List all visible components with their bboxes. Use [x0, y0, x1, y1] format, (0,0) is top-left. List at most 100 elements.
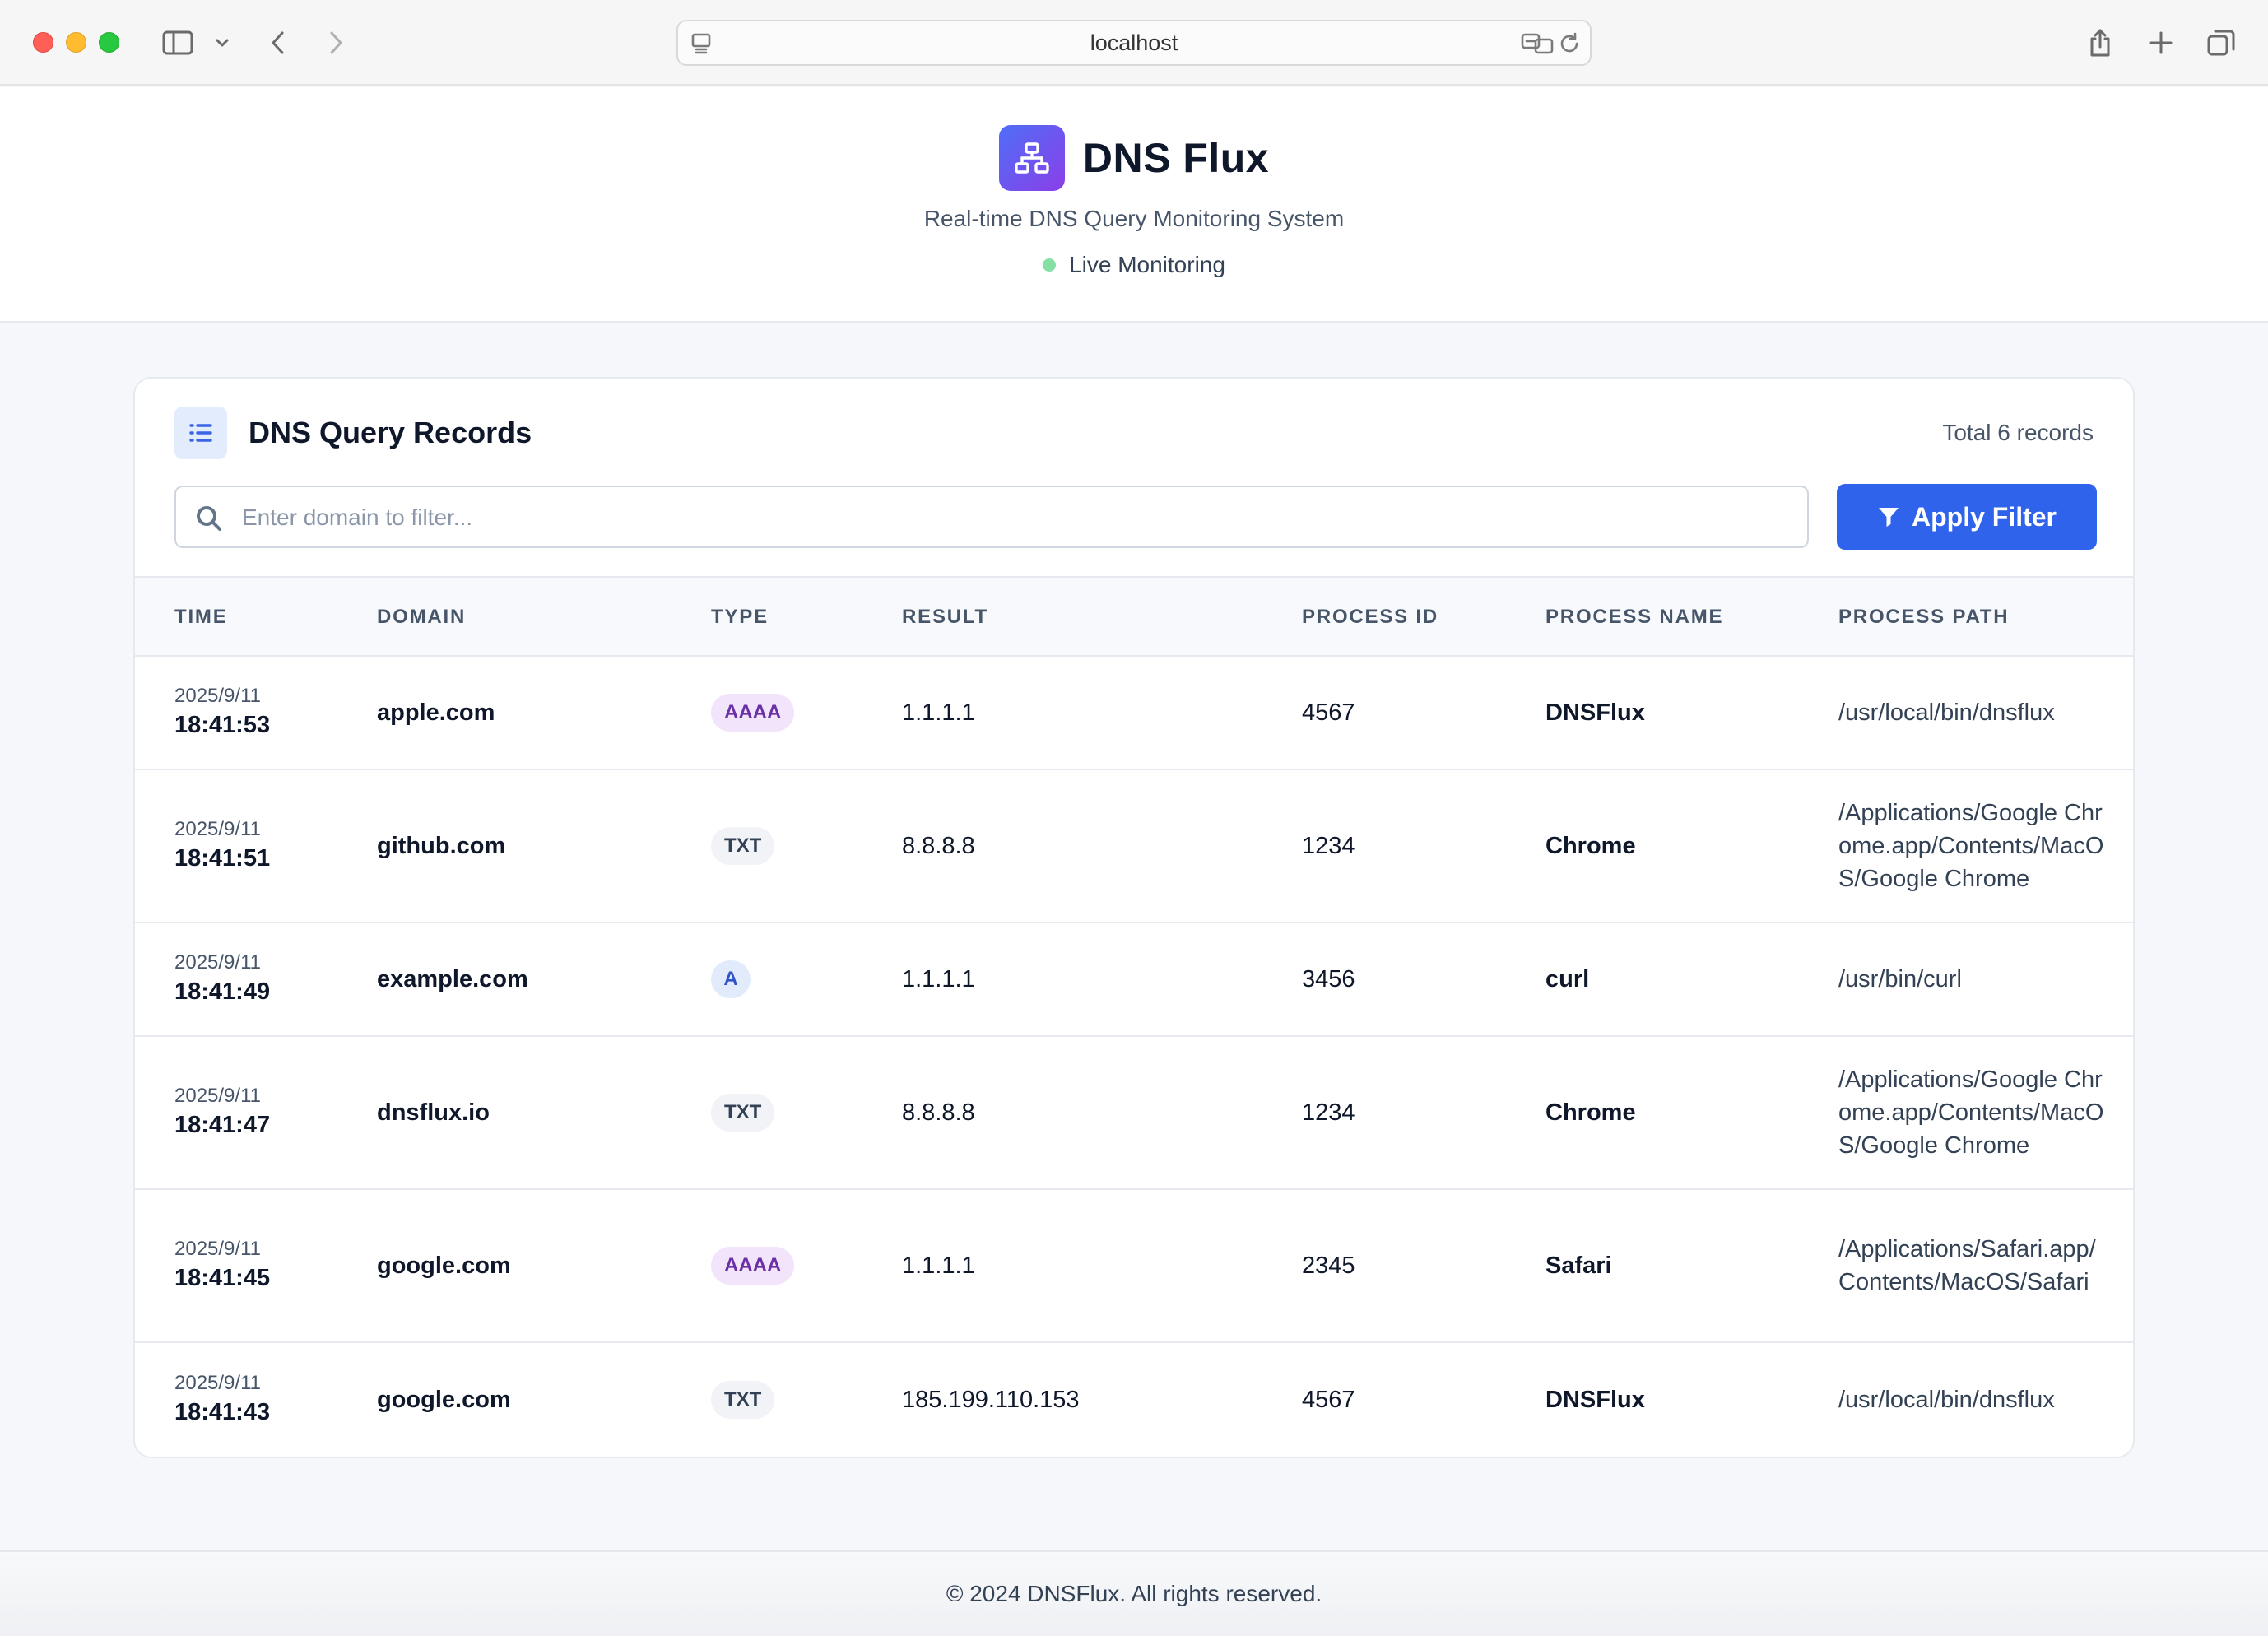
- query-time: 18:41:47: [174, 1112, 271, 1138]
- column-header-process-path[interactable]: PROCESS PATH: [1838, 606, 2009, 629]
- live-status-text: Live Monitoring: [1069, 252, 1225, 277]
- process-name-cell: curl: [1545, 965, 1590, 992]
- address-bar[interactable]: localhost: [676, 20, 1592, 66]
- column-header-type[interactable]: TYPE: [711, 606, 769, 629]
- type-badge: AAAA: [711, 694, 795, 732]
- query-time: 18:41:49: [174, 978, 271, 1005]
- time-cell: 2025/9/11 18:41:49: [174, 923, 270, 1035]
- column-header-time[interactable]: TIME: [174, 606, 228, 629]
- domain-cell: example.com: [377, 965, 528, 992]
- table-header: TIME DOMAIN TYPE RESULT PROCESS ID PROCE…: [135, 576, 2133, 657]
- process-path-text: /usr/local/bin/dnsflux: [1838, 1387, 2055, 1413]
- table-row[interactable]: 2025/9/11 18:41:51 github.com TXT 8.8.8.…: [135, 770, 2133, 923]
- page-footer: © 2024 DNSFlux. All rights reserved.: [0, 1550, 2268, 1636]
- page-icon: [690, 31, 713, 60]
- type-cell: TXT: [711, 770, 775, 922]
- logo: [998, 125, 1065, 191]
- share-icon[interactable]: [2084, 25, 2117, 61]
- type-badge: A: [711, 960, 751, 998]
- card-title: DNS Query Records: [249, 416, 532, 449]
- column-header-result[interactable]: RESULT: [902, 606, 988, 629]
- tab-overview-icon[interactable]: [2204, 25, 2238, 61]
- process-id-cell: 3456: [1302, 965, 1355, 992]
- app-header: DNS Flux Real-time DNS Query Monitoring …: [0, 87, 2268, 323]
- process-path-text: /Applications/Google Chrome.app/Contents…: [1838, 800, 2104, 892]
- domain-filter-input[interactable]: [242, 497, 1789, 538]
- process-path-cell: /Applications/Safari.app/Contents/MacOS/…: [1838, 1190, 2110, 1341]
- filter-bar: Apply Filter: [174, 484, 2097, 550]
- process-name-cell: Chrome: [1545, 1099, 1636, 1126]
- new-tab-icon[interactable]: [2145, 25, 2177, 61]
- query-date: 2025/9/11: [174, 818, 261, 840]
- domain-cell: apple.com: [377, 699, 495, 726]
- time-cell: 2025/9/11 18:41:47: [174, 1037, 270, 1188]
- sidebar-toggle-icon[interactable]: [160, 25, 196, 61]
- process-path-text: /Applications/Safari.app/Contents/MacOS/…: [1838, 1236, 2096, 1295]
- query-date: 2025/9/11: [174, 1085, 261, 1107]
- search-box: [174, 486, 1809, 548]
- process-path-cell: /Applications/Google Chrome.app/Contents…: [1838, 770, 2110, 922]
- query-time: 18:41:45: [174, 1265, 271, 1291]
- query-date: 2025/9/11: [174, 1372, 261, 1394]
- query-date: 2025/9/11: [174, 685, 261, 707]
- result-cell: 8.8.8.8: [902, 1099, 975, 1126]
- translate-icon[interactable]: [1521, 31, 1554, 60]
- type-badge: TXT: [711, 1381, 775, 1419]
- column-header-process-id[interactable]: PROCESS ID: [1302, 606, 1438, 629]
- type-cell: TXT: [711, 1343, 775, 1457]
- close-window-button[interactable]: [33, 32, 53, 53]
- table-row[interactable]: 2025/9/11 18:41:45 google.com AAAA 1.1.1…: [135, 1190, 2133, 1343]
- result-cell: 1.1.1.1: [902, 1252, 975, 1279]
- time-cell: 2025/9/11 18:41:45: [174, 1190, 270, 1341]
- process-id-cell: 1234: [1302, 1099, 1355, 1126]
- reload-icon[interactable]: [1557, 31, 1582, 60]
- type-badge: AAAA: [711, 1247, 795, 1285]
- process-path-cell: /usr/bin/curl: [1838, 923, 2110, 1035]
- process-id-cell: 2345: [1302, 1252, 1355, 1279]
- url-text: localhost: [1090, 30, 1178, 55]
- list-icon: [174, 407, 227, 459]
- network-icon: [1015, 142, 1049, 174]
- minimize-window-button[interactable]: [66, 32, 86, 53]
- zoom-window-button[interactable]: [99, 32, 119, 53]
- type-cell: AAAA: [711, 657, 795, 769]
- table-row[interactable]: 2025/9/11 18:41:49 example.com A 1.1.1.1…: [135, 923, 2133, 1037]
- process-id-cell: 1234: [1302, 832, 1355, 859]
- brand: DNS Flux: [0, 125, 2268, 191]
- process-path-cell: /usr/local/bin/dnsflux: [1838, 1343, 2110, 1457]
- process-path-text: /Applications/Google Chrome.app/Contents…: [1838, 1067, 2104, 1159]
- apply-filter-label: Apply Filter: [1911, 501, 2057, 532]
- table-row[interactable]: 2025/9/11 18:41:47 dnsflux.io TXT 8.8.8.…: [135, 1037, 2133, 1190]
- process-name-cell: DNSFlux: [1545, 1386, 1645, 1413]
- browser-window: localhost DNS Flux Real-time DNS Query M…: [0, 0, 2268, 1636]
- live-status-dot: [1043, 258, 1057, 272]
- domain-cell: google.com: [377, 1252, 511, 1279]
- type-cell: TXT: [711, 1037, 775, 1188]
- column-header-process-name[interactable]: PROCESS NAME: [1545, 606, 1723, 629]
- back-icon[interactable]: [263, 25, 293, 61]
- query-date: 2025/9/11: [174, 951, 261, 974]
- app-title: DNS Flux: [1082, 135, 1270, 181]
- time-cell: 2025/9/11 18:41:43: [174, 1343, 270, 1457]
- card-header: DNS Query Records: [174, 407, 532, 459]
- process-path-text: /usr/bin/curl: [1838, 966, 1962, 992]
- column-header-domain[interactable]: DOMAIN: [377, 606, 466, 629]
- total-records: Total 6 records: [1942, 420, 2094, 445]
- process-name-cell: DNSFlux: [1545, 699, 1645, 726]
- table-row[interactable]: 2025/9/11 18:41:53 apple.com AAAA 1.1.1.…: [135, 657, 2133, 770]
- process-path-cell: /usr/local/bin/dnsflux: [1838, 657, 2110, 769]
- process-name-cell: Chrome: [1545, 832, 1636, 859]
- chevron-down-icon[interactable]: [211, 25, 234, 61]
- type-cell: AAAA: [711, 1190, 795, 1341]
- query-time: 18:41:43: [174, 1399, 271, 1425]
- process-path-cell: /Applications/Google Chrome.app/Contents…: [1838, 1037, 2110, 1188]
- browser-toolbar: localhost: [0, 0, 2268, 86]
- records-card: DNS Query Records Total 6 records Apply …: [133, 377, 2135, 1458]
- type-cell: A: [711, 923, 751, 1035]
- time-cell: 2025/9/11 18:41:53: [174, 657, 270, 769]
- apply-filter-button[interactable]: Apply Filter: [1837, 484, 2097, 550]
- forward-icon[interactable]: [321, 25, 351, 61]
- process-name-cell: Safari: [1545, 1252, 1612, 1279]
- table-row[interactable]: 2025/9/11 18:41:43 google.com TXT 185.19…: [135, 1343, 2133, 1457]
- process-id-cell: 4567: [1302, 699, 1355, 726]
